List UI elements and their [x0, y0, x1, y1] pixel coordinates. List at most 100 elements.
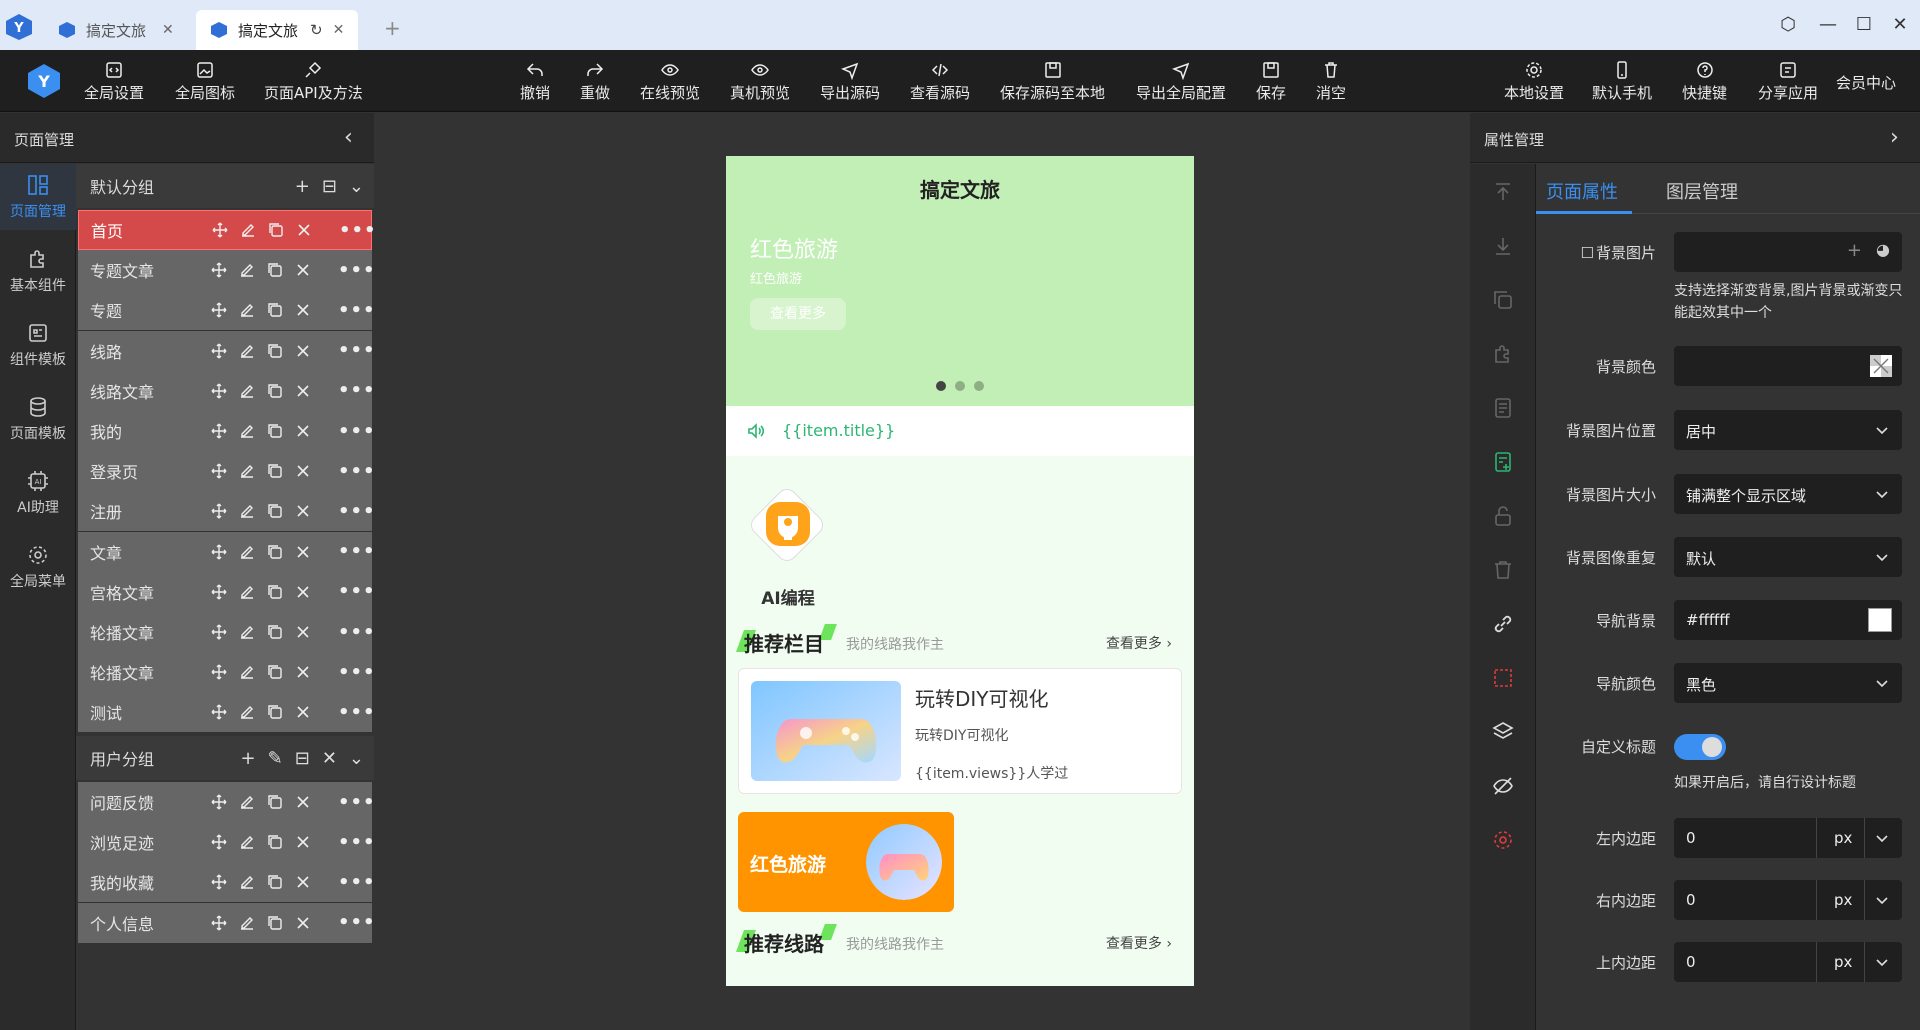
transparent-swatch-icon[interactable] [1870, 355, 1892, 377]
move-icon[interactable] [210, 301, 228, 319]
banner-swiper[interactable]: 搞定文旅 红色旅游 红色旅游 查看更多 [726, 156, 1194, 406]
page-row[interactable]: 线路文章 ••• [78, 370, 375, 411]
delete-icon[interactable] [294, 422, 312, 440]
copy-icon[interactable] [266, 663, 284, 681]
swiper-dot[interactable] [955, 381, 965, 391]
move-icon[interactable] [210, 873, 228, 891]
more-icon[interactable]: ••• [338, 912, 376, 933]
move-icon[interactable] [210, 462, 228, 480]
delete-icon[interactable] [294, 703, 312, 721]
global-settings-button[interactable]: 全局设置 [84, 60, 144, 103]
delete-group-icon[interactable]: ✕ [322, 748, 337, 769]
page-api-button[interactable]: 页面API及方法 [264, 60, 363, 103]
move-icon[interactable] [210, 623, 228, 641]
copy-icon[interactable] [266, 422, 284, 440]
view-source-button[interactable]: 查看源码 [910, 60, 970, 103]
edit-icon[interactable] [238, 422, 256, 440]
undo-button[interactable]: 撤销 [520, 60, 550, 103]
edit-icon[interactable] [238, 703, 256, 721]
more-icon[interactable]: ••• [338, 622, 376, 643]
nav-page-manage[interactable]: 页面管理 [0, 164, 76, 230]
section-more-link[interactable]: 查看更多 › [1106, 933, 1172, 953]
edit-icon[interactable] [238, 543, 256, 561]
edit-icon[interactable] [238, 793, 256, 811]
more-icon[interactable]: ••• [338, 260, 376, 281]
course-card[interactable]: 玩转DIY可视化 玩转DIY可视化 {{item.views}}人学过 [738, 668, 1182, 794]
page-row[interactable]: 测试 ••• [78, 692, 375, 733]
delete-icon[interactable] [294, 543, 312, 561]
add-icon[interactable]: + [1847, 240, 1862, 261]
export-source-button[interactable]: 导出源码 [820, 60, 880, 103]
edit-icon[interactable] [238, 502, 256, 520]
add-page-icon[interactable]: + [241, 748, 256, 769]
more-icon[interactable]: ••• [338, 792, 376, 813]
more-icon[interactable]: ••• [338, 340, 376, 361]
lock-icon[interactable] [1491, 504, 1515, 528]
delete-icon[interactable] [294, 301, 312, 319]
save-button[interactable]: 保存 [1256, 60, 1286, 103]
global-icons-button[interactable]: 全局图标 [175, 60, 235, 103]
puzzle-icon[interactable] [1491, 342, 1515, 366]
gear-red-icon[interactable] [1491, 828, 1515, 852]
edit-icon[interactable] [238, 833, 256, 851]
page-row[interactable]: 宫格文章 ••• [78, 571, 375, 612]
edit-icon[interactable] [238, 462, 256, 480]
chevron-down-icon[interactable]: ⌄ [349, 176, 364, 197]
copy-icon[interactable] [266, 301, 284, 319]
edit-icon[interactable] [238, 261, 256, 279]
delete-icon[interactable] [295, 221, 313, 239]
copy-icon[interactable] [266, 462, 284, 480]
banner-more-button[interactable]: 查看更多 [750, 298, 846, 330]
edit-group-icon[interactable]: ✎ [268, 748, 283, 769]
more-icon[interactable]: ••• [338, 872, 376, 893]
reload-icon[interactable]: ↻ [310, 21, 323, 39]
trash-icon[interactable] [1491, 558, 1515, 582]
more-icon[interactable]: ••• [338, 300, 376, 321]
delete-icon[interactable] [294, 663, 312, 681]
section-more-link[interactable]: 查看更多 › [1106, 633, 1172, 653]
add-page-icon[interactable]: + [295, 176, 310, 197]
pad-right-input[interactable]: 0 px [1674, 880, 1902, 920]
page-row[interactable]: 文章 ••• [78, 531, 375, 572]
phone-canvas[interactable]: 搞定文旅 红色旅游 红色旅游 查看更多 {{item.title}} AI编程 … [726, 156, 1194, 986]
move-icon[interactable] [210, 663, 228, 681]
more-icon[interactable]: ••• [338, 541, 376, 562]
move-icon[interactable] [210, 833, 228, 851]
move-icon[interactable] [210, 793, 228, 811]
more-icon[interactable]: ••• [338, 581, 376, 602]
copy-icon[interactable] [266, 793, 284, 811]
more-icon[interactable]: ••• [338, 421, 376, 442]
redo-button[interactable]: 重做 [580, 60, 610, 103]
save-source-local-button[interactable]: 保存源码至本地 [1000, 60, 1105, 103]
page-row[interactable]: 问题反馈 ••• [78, 782, 375, 822]
edit-icon[interactable] [238, 663, 256, 681]
page-row[interactable]: 首页 ••• [78, 210, 376, 250]
copy-icon[interactable] [266, 914, 284, 932]
page-row[interactable]: 专题 ••• [78, 290, 375, 331]
pad-top-input[interactable]: 0 px [1674, 942, 1902, 982]
layers-icon[interactable] [1491, 720, 1515, 744]
device-preview-button[interactable]: 真机预览 [730, 60, 790, 103]
page-row[interactable]: 个人信息 ••• [78, 902, 375, 943]
swiper-dot[interactable] [936, 381, 946, 391]
page-row[interactable]: 浏览足迹 ••• [78, 822, 375, 863]
chevron-down-icon[interactable] [1874, 892, 1890, 908]
copy-icon[interactable] [266, 502, 284, 520]
eye-off-icon[interactable] [1491, 774, 1515, 798]
edit-icon[interactable] [238, 914, 256, 932]
custom-title-toggle[interactable] [1674, 734, 1726, 760]
settings-hex-icon[interactable]: ⬡ [1776, 14, 1800, 35]
copy-icon[interactable] [1491, 288, 1515, 312]
more-icon[interactable]: ••• [338, 702, 376, 723]
delete-icon[interactable] [294, 833, 312, 851]
more-icon[interactable]: ••• [338, 380, 376, 401]
page-row[interactable]: 注册 ••• [78, 491, 375, 532]
nav-color-select[interactable]: 黑色 [1674, 663, 1902, 703]
delete-icon[interactable] [294, 462, 312, 480]
edit-icon[interactable] [238, 873, 256, 891]
default-phone-button[interactable]: 默认手机 [1592, 60, 1652, 103]
delete-icon[interactable] [294, 261, 312, 279]
delete-icon[interactable] [294, 873, 312, 891]
move-bottom-icon[interactable] [1491, 234, 1515, 258]
page-row[interactable]: 登录页 ••• [78, 451, 375, 492]
